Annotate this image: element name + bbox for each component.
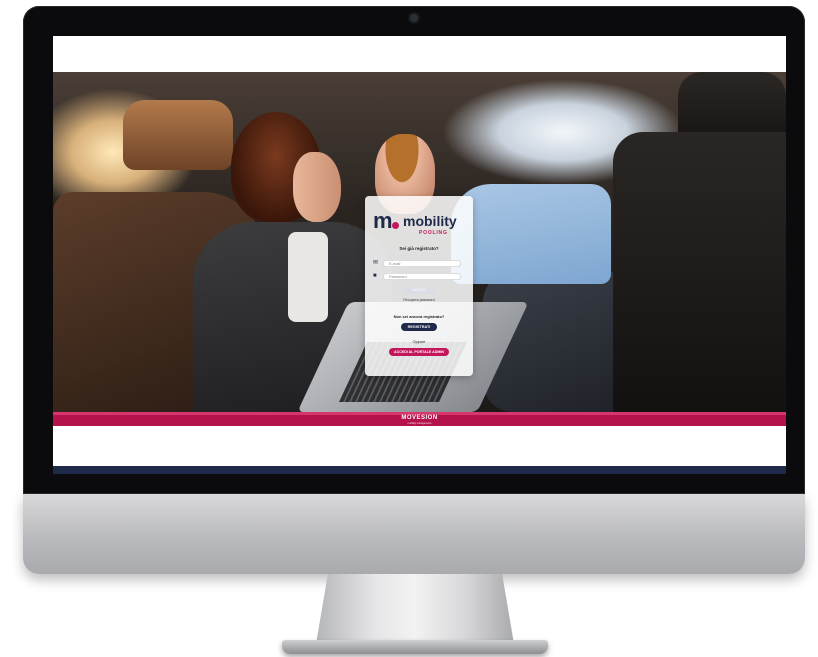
email-field[interactable]: ✉ E-mail [373,260,461,267]
mobility-logo: m mobility POOLING [373,208,465,237]
or-text: Oppure [412,340,426,344]
logo-sub: POOLING [419,230,448,236]
woman-face [293,152,341,222]
car-headrest [123,100,233,170]
password-field[interactable]: ■ Password [373,273,461,280]
password-placeholder: Password [389,274,407,279]
admin-portal-button[interactable]: ACCEDI AL PORTALE ADMIN [389,348,449,356]
camera-icon [410,14,418,22]
login-card: m mobility POOLING Sei già registrato? ✉… [365,196,473,376]
screen: m mobility POOLING Sei già registrato? ✉… [53,36,786,466]
monitor-chin [23,494,805,574]
monitor-stand-foot [282,640,548,654]
logo-dot-icon [392,222,399,229]
logo-word: mobility [403,213,457,229]
forgot-password-link[interactable]: Recupera password [365,298,473,302]
woman-shirt [288,232,328,322]
registered-prompt: Sei già registrato? [399,246,439,251]
register-button[interactable]: REGISTRATI [401,323,437,331]
man-shirt [451,184,611,284]
movesion-tagline: mobility management [407,422,432,425]
screen-bottom-edge [53,466,786,474]
hero-photo: m mobility POOLING Sei già registrato? ✉… [53,72,786,412]
movesion-logo[interactable]: MOVESION [53,415,786,421]
not-registered-text: Non sei ancora registrato? [393,314,445,319]
login-button[interactable]: ACCEDI [403,287,435,294]
monitor-stand-neck [316,574,514,644]
lock-icon: ■ [373,273,377,279]
envelope-icon: ✉ [373,260,379,266]
car-seat [613,132,786,412]
email-placeholder: E-mail [389,261,401,266]
logo-mark: m [373,208,393,233]
